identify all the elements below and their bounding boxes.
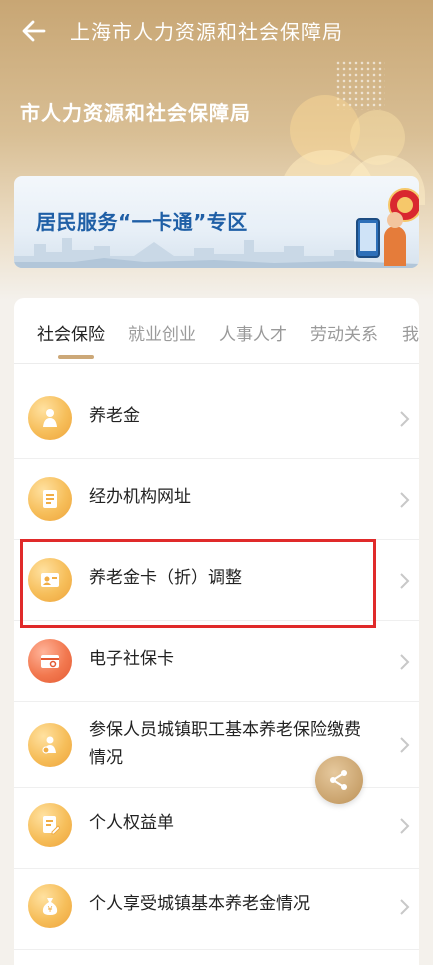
list-item-e-social-security-card[interactable]: 电子社保卡 <box>14 621 419 702</box>
list-item-label: 个人享受城镇基本养老金情况 <box>89 894 310 914</box>
category-tabs: 社会保险 就业创业 人事人才 劳动关系 我 <box>14 298 419 364</box>
arrow-left-icon[interactable] <box>20 17 48 45</box>
list-item-label: 个人权益单 <box>89 813 174 833</box>
page-title: 上海市人力资源和社会保障局 <box>70 20 343 44</box>
chevron-right-icon <box>400 654 410 670</box>
share-icon <box>330 770 347 790</box>
chevron-right-icon <box>400 818 410 834</box>
chevron-right-icon <box>400 899 410 915</box>
social-security-card-icon <box>28 639 72 683</box>
elderly-person-icon <box>28 396 72 440</box>
services-card: 社会保险 就业创业 人事人才 劳动关系 我 养老金 经办机构网址 养老金卡（折）… <box>14 298 419 965</box>
list-item-pension[interactable]: 养老金 <box>14 378 419 459</box>
hero-title: 市人力资源和社会保障局 <box>20 101 251 125</box>
chevron-right-icon <box>400 411 410 427</box>
list-item-agency-website[interactable]: 经办机构网址 <box>14 459 419 540</box>
person-shield-icon <box>28 723 72 767</box>
chevron-right-icon <box>400 573 410 589</box>
share-button[interactable] <box>315 756 363 804</box>
list-item-pension-benefit-status[interactable]: ¥ 个人享受城镇基本养老金情况 <box>14 869 419 950</box>
one-card-service-banner[interactable]: 居民服务“一卡通”专区 <box>14 176 419 268</box>
edit-document-icon <box>28 803 72 847</box>
banner-title: 居民服务“一卡通”专区 <box>36 210 248 234</box>
svg-text:¥: ¥ <box>47 905 52 914</box>
tab-labor-relations[interactable]: 劳动关系 <box>310 320 378 345</box>
chevron-right-icon <box>400 737 410 753</box>
list-item-label: 电子社保卡 <box>89 649 174 669</box>
list-item-label: 经办机构网址 <box>89 487 191 507</box>
active-tab-indicator <box>58 355 94 359</box>
document-list-icon <box>28 477 72 521</box>
tab-more[interactable]: 我 <box>402 320 419 345</box>
tab-social-insurance[interactable]: 社会保险 <box>37 320 105 345</box>
list-item-personal-rights-statement[interactable]: 个人权益单 <box>14 788 419 869</box>
id-card-icon <box>28 558 72 602</box>
top-navigation-bar: 上海市人力资源和社会保障局 <box>0 0 433 62</box>
chevron-right-icon <box>400 492 410 508</box>
list-item-label: 养老金 <box>89 406 140 426</box>
list-item-label-line1: 参保人员城镇职工基本养老保险缴费 <box>89 720 361 740</box>
phone-illustration <box>356 218 380 258</box>
list-item-label-line2: 情况 <box>89 748 123 768</box>
tab-employment[interactable]: 就业创业 <box>128 320 196 345</box>
list-item-pension-card-adjustment[interactable]: 养老金卡（折）调整 <box>14 540 419 621</box>
tab-personnel[interactable]: 人事人才 <box>219 320 287 345</box>
person-illustration <box>384 212 406 266</box>
money-bag-icon: ¥ <box>28 884 72 928</box>
list-item-label: 养老金卡（折）调整 <box>89 568 242 588</box>
